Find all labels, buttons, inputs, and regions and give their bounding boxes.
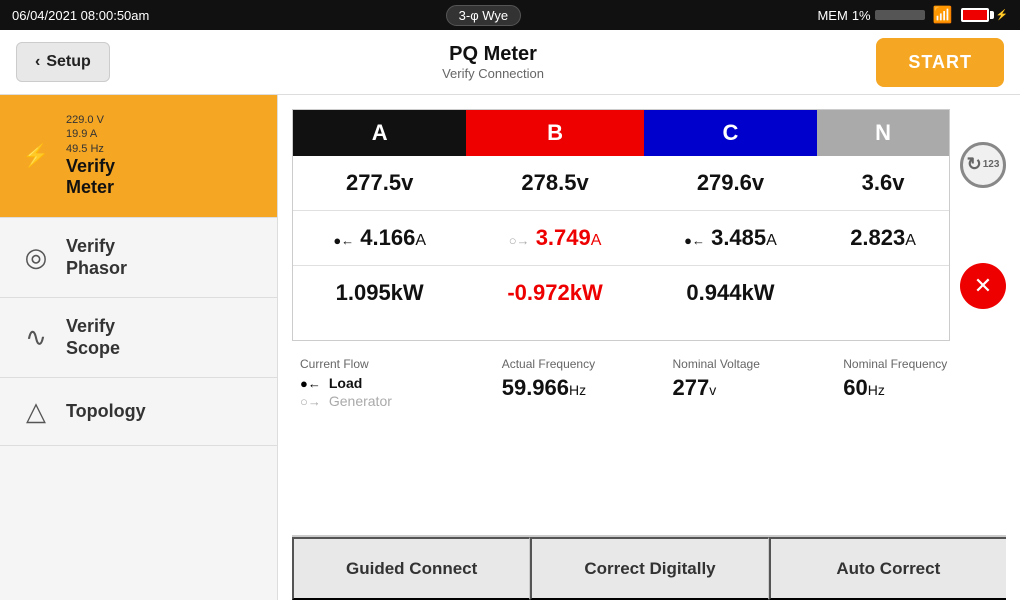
current-n: 2.823A xyxy=(817,211,949,266)
refresh-icon: ↻ xyxy=(967,154,982,175)
power-b: -0.972kW xyxy=(466,266,643,321)
sidebar-label-topology: Topology xyxy=(66,401,146,423)
bottom-bar: Guided Connect Correct Digitally Auto Co… xyxy=(292,535,1006,600)
battery-icon: ⚡ xyxy=(961,8,1008,22)
col-header-b: B xyxy=(466,110,643,156)
verify-scope-icon: ∿ xyxy=(20,322,52,353)
verify-meter-values: 229.0 V 19.9 A 49.5 Hz xyxy=(66,113,104,156)
power-row: 1.095kW -0.972kW 0.944kW xyxy=(293,266,949,321)
auto-correct-button[interactable]: Auto Correct xyxy=(769,537,1006,600)
info-row: Current Flow ●← Load ○→ Generator Actual… xyxy=(292,357,1006,409)
correct-digitally-button[interactable]: Correct Digitally xyxy=(530,537,768,600)
header: ‹ Setup PQ Meter Verify Connection START xyxy=(0,30,1020,95)
voltage-b: 278.5v xyxy=(466,156,643,211)
current-b: ○→ 3.749A xyxy=(466,211,643,266)
main-layout: ⚡ 229.0 V 19.9 A 49.5 Hz VerifyMeter ◎ V… xyxy=(0,95,1020,600)
col-header-c: C xyxy=(644,110,817,156)
guided-connect-button[interactable]: Guided Connect xyxy=(292,537,530,600)
load-label: Load xyxy=(329,375,362,391)
sidebar-item-verify-scope[interactable]: ∿ VerifyScope xyxy=(0,298,277,378)
wifi-icon: 📶 xyxy=(933,5,953,25)
voltage-row: 277.5v 278.5v 279.6v 3.6v xyxy=(293,156,949,211)
sidebar: ⚡ 229.0 V 19.9 A 49.5 Hz VerifyMeter ◎ V… xyxy=(0,95,278,600)
nominal-freq-value: 60Hz xyxy=(843,375,998,401)
current-a: ●← 4.166A xyxy=(293,211,466,266)
topology-icon: △ xyxy=(20,396,52,427)
actual-freq-label: Actual Frequency xyxy=(502,357,657,371)
sidebar-item-verify-phasor[interactable]: ◎ VerifyPhasor xyxy=(0,218,277,298)
side-buttons: ↻ 123 ✕ xyxy=(960,109,1006,341)
generator-label: Generator xyxy=(329,393,392,409)
col-header-n: N xyxy=(817,110,949,156)
current-c: ●← 3.485A xyxy=(644,211,817,266)
sidebar-label-verify-meter: VerifyMeter xyxy=(66,156,115,199)
sidebar-label-verify-scope: VerifyScope xyxy=(66,316,120,359)
col-header-a: A xyxy=(293,110,466,156)
sidebar-item-verify-meter[interactable]: ⚡ 229.0 V 19.9 A 49.5 Hz VerifyMeter xyxy=(0,95,277,218)
error-dismiss-button[interactable]: ✕ xyxy=(960,263,1006,309)
voltage-a: 277.5v xyxy=(293,156,466,211)
power-a: 1.095kW xyxy=(293,266,466,321)
current-row: ●← 4.166A ○→ 3.749A ●← 3.485A 2.823A xyxy=(293,211,949,266)
header-center: PQ Meter Verify Connection xyxy=(442,43,544,81)
sidebar-label-verify-phasor: VerifyPhasor xyxy=(66,236,127,279)
refresh-123-button[interactable]: ↻ 123 xyxy=(960,142,1006,188)
status-bar: 06/04/2021 08:00:50am 3-φ Wye MEM 1% 📶 ⚡ xyxy=(0,0,1020,30)
sidebar-item-topology[interactable]: △ Topology xyxy=(0,378,277,446)
power-n xyxy=(817,266,949,321)
back-arrow-icon: ‹ xyxy=(35,53,40,71)
nominal-volt-label: Nominal Voltage xyxy=(672,357,827,371)
page-title: PQ Meter xyxy=(442,43,544,66)
page-subtitle: Verify Connection xyxy=(442,66,544,81)
back-button[interactable]: ‹ Setup xyxy=(16,42,110,82)
nominal-freq-label: Nominal Frequency xyxy=(843,357,998,371)
voltage-c: 279.6v xyxy=(644,156,817,211)
verify-phasor-icon: ◎ xyxy=(20,242,52,273)
verify-meter-icon: ⚡ xyxy=(20,143,52,169)
voltage-n: 3.6v xyxy=(817,156,949,211)
nominal-voltage-block: Nominal Voltage 277v xyxy=(664,357,835,409)
current-flow-info: Current Flow ●← Load ○→ Generator xyxy=(292,357,494,409)
nominal-volt-value: 277v xyxy=(672,375,827,401)
meter-table-section: A B C N 277.5v 278.5v 279.6v 3.6v xyxy=(292,109,1006,341)
actual-freq-value: 59.966Hz xyxy=(502,375,657,401)
content-area: A B C N 277.5v 278.5v 279.6v 3.6v xyxy=(278,95,1020,600)
power-c: 0.944kW xyxy=(644,266,817,321)
meter-table: A B C N 277.5v 278.5v 279.6v 3.6v xyxy=(293,110,949,320)
connection-type: 3-φ Wye xyxy=(446,5,522,26)
meter-table-container: A B C N 277.5v 278.5v 279.6v 3.6v xyxy=(292,109,950,341)
actual-frequency-block: Actual Frequency 59.966Hz xyxy=(494,357,665,409)
x-icon: ✕ xyxy=(974,273,992,299)
nominal-frequency-block: Nominal Frequency 60Hz xyxy=(835,357,1006,409)
current-flow-label: Current Flow xyxy=(300,357,486,371)
datetime: 06/04/2021 08:00:50am xyxy=(12,8,149,23)
load-flow-row: ●← Load xyxy=(300,375,486,391)
start-button[interactable]: START xyxy=(876,38,1004,87)
mem-indicator: MEM 1% xyxy=(817,8,924,23)
generator-flow-row: ○→ Generator xyxy=(300,393,486,409)
